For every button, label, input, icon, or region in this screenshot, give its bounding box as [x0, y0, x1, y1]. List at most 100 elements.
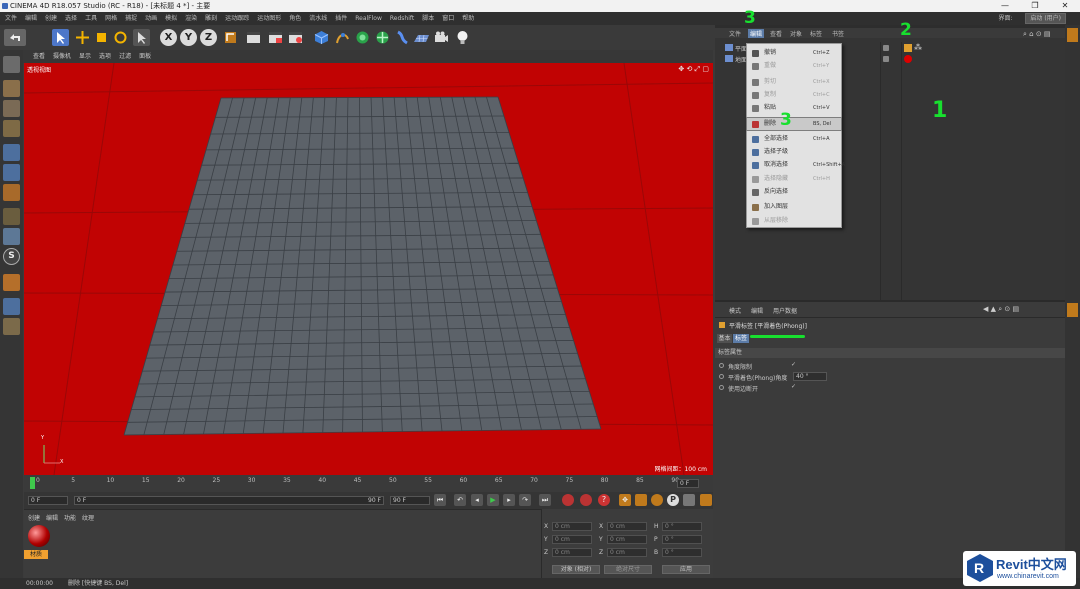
coord-rot-field[interactable]: 0 °	[662, 548, 702, 557]
render-view-icon[interactable]	[245, 29, 262, 46]
scale-icon[interactable]	[93, 29, 110, 46]
object-manager-menu-item-5[interactable]: 书签	[832, 29, 844, 38]
menu-item-2[interactable]: 剪切 Ctrl+X	[747, 76, 841, 88]
snap-icon[interactable]: S	[3, 248, 20, 265]
menu-item-5[interactable]: 删除 BS, Del	[746, 116, 842, 131]
next-key-icon[interactable]: ↷	[519, 494, 531, 506]
polygons-mode-icon[interactable]	[3, 184, 20, 201]
menu-item-11[interactable]: 加入图层	[747, 201, 841, 213]
animate-dot-icon[interactable]	[719, 363, 724, 368]
size-mode-select[interactable]: 绝对尺寸	[604, 565, 652, 574]
menu-item-8[interactable]: 模拟	[165, 12, 177, 25]
previous-key-icon[interactable]: ↶	[454, 494, 466, 506]
coord-rot-field[interactable]: 0 °	[662, 535, 702, 544]
end-frame-field[interactable]: 90 F	[390, 496, 430, 505]
preview-range-slider[interactable]: 0 F 90 F	[74, 496, 384, 505]
make-editable-icon[interactable]	[3, 56, 20, 73]
model-mode-icon[interactable]	[3, 80, 20, 97]
menu-item-4[interactable]: 粘贴 Ctrl+V	[747, 102, 841, 114]
y-axis-lock[interactable]: Y	[180, 29, 197, 46]
tweak-mode-icon[interactable]	[3, 228, 20, 245]
viewport-menu-item-2[interactable]: 显示	[79, 53, 91, 60]
coord-rot-field[interactable]: 0 °	[662, 522, 702, 531]
coord-size-field[interactable]: 0 cm	[607, 522, 647, 531]
timeline[interactable]: 0 5 10 15 20 25 30 35 40 45 50 55 60 65 70 75 80 85 90 0 F	[24, 475, 713, 492]
texture-mode-icon[interactable]	[3, 100, 20, 117]
edges-mode-icon[interactable]	[3, 164, 20, 181]
rotate-icon[interactable]	[112, 29, 129, 46]
tab-basic[interactable]: 基本	[717, 334, 732, 343]
menu-item-0[interactable]: 文件	[5, 12, 17, 25]
menu-item-16[interactable]: RealFlow	[355, 12, 382, 25]
menu-item-3[interactable]: 选择	[65, 12, 77, 25]
workplane-mode-icon[interactable]	[3, 120, 20, 137]
menu-item-9[interactable]: 选择隐藏 Ctrl+H	[747, 173, 841, 185]
coord-pos-field[interactable]: 0 cm	[552, 535, 592, 544]
object-manager-menu-item-2[interactable]: 查看	[770, 29, 782, 38]
autokey-icon[interactable]	[580, 494, 592, 506]
menu-item-2[interactable]: 创建	[45, 12, 57, 25]
menu-item-12[interactable]: 运动图形	[257, 12, 281, 25]
next-frame-icon[interactable]: ▸	[503, 494, 515, 506]
position-key-icon[interactable]: ✥	[619, 494, 631, 506]
planar-workplane-icon[interactable]	[3, 298, 20, 315]
apply-button[interactable]: 应用	[662, 565, 710, 574]
pla-key-icon[interactable]	[683, 494, 695, 506]
solo-icon[interactable]	[3, 318, 20, 335]
subdivision-surface-icon[interactable]	[354, 29, 371, 46]
record-icon[interactable]	[562, 494, 574, 506]
menu-item-12[interactable]: 从层移除	[747, 215, 841, 227]
object-manager-menu-item-3[interactable]: 对象	[790, 29, 802, 38]
light-icon[interactable]	[454, 29, 471, 46]
coord-size-field[interactable]: 0 cm	[607, 548, 647, 557]
keyframe-selection-icon[interactable]: ?	[598, 494, 610, 506]
visibility-dots-icon[interactable]	[883, 56, 889, 62]
close-button[interactable]: ✕	[1050, 0, 1080, 12]
menu-item-6[interactable]: 捕捉	[125, 12, 137, 25]
menu-item-17[interactable]: Redshift	[390, 12, 414, 25]
coord-pos-field[interactable]: 0 cm	[552, 548, 592, 557]
pen-icon[interactable]	[334, 29, 351, 46]
attribute-nav-icon[interactable]: ◀ ▲ ⌕ ⊙ ▤	[983, 305, 1019, 314]
menu-item-3[interactable]: 复制 Ctrl+C	[747, 89, 841, 101]
phong-angle-field[interactable]: 40 °	[793, 372, 827, 381]
material-name[interactable]: 材质	[24, 550, 48, 559]
menu-item-11[interactable]: 运动跟踪	[225, 12, 249, 25]
menu-item-1[interactable]: 编辑	[25, 12, 37, 25]
coordinate-mode-select[interactable]: 对象 (相对)	[552, 565, 600, 574]
material-tag-icon[interactable]	[904, 55, 912, 63]
timeline-window-icon[interactable]	[700, 494, 712, 506]
points-mode-icon[interactable]	[3, 144, 20, 161]
menu-item-9[interactable]: 渲染	[185, 12, 197, 25]
maximize-button[interactable]: ❐	[1020, 0, 1050, 12]
coord-size-field[interactable]: 0 cm	[607, 535, 647, 544]
scale-key-icon[interactable]	[635, 494, 647, 506]
coord-pos-field[interactable]: 0 cm	[552, 522, 592, 531]
object-manager-menu-item-4[interactable]: 标签	[810, 29, 822, 38]
om-search-icon[interactable]: ⌕ ⌂ ⊙ ▤	[1023, 30, 1051, 39]
render-to-picture-viewer-icon[interactable]	[267, 29, 284, 46]
menu-item-19[interactable]: 窗口	[442, 12, 454, 25]
layout-select[interactable]: 启动 (用户)	[1025, 13, 1066, 24]
material-sphere-icon[interactable]	[28, 525, 50, 547]
menu-item-15[interactable]: 插件	[335, 12, 347, 25]
go-to-end-icon[interactable]: ⏭	[539, 494, 551, 506]
menu-item-13[interactable]: 角色	[289, 12, 301, 25]
tab-tag[interactable]: 标签	[733, 334, 749, 343]
menu-item-18[interactable]: 脚本	[422, 12, 434, 25]
menu-item-6[interactable]: 全部选择 Ctrl+A	[747, 133, 841, 145]
camera-icon[interactable]	[433, 29, 450, 46]
checker-tag-icon[interactable]: ⁂	[914, 44, 922, 52]
parameter-key-icon[interactable]: P	[667, 494, 679, 506]
z-axis-lock[interactable]: Z	[200, 29, 217, 46]
attribute-menu-item-2[interactable]: 用户数据	[773, 308, 797, 315]
phong-tag-icon[interactable]	[904, 44, 912, 52]
menu-item-20[interactable]: 帮助	[462, 12, 474, 25]
undo-icon[interactable]	[4, 29, 26, 46]
deformer-icon[interactable]	[394, 29, 411, 46]
menu-item-7[interactable]: 动画	[145, 12, 157, 25]
move-icon[interactable]	[74, 29, 91, 46]
menu-item-10[interactable]: 反向选择	[747, 186, 841, 198]
recent-tool-icon[interactable]	[133, 29, 150, 46]
property-checkbox[interactable]: ✓	[791, 361, 796, 368]
